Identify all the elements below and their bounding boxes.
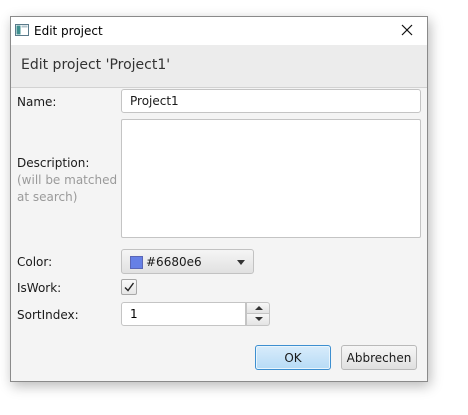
window-app-icon (15, 24, 29, 36)
description-label-group: Description: (will be matched at search) (17, 155, 117, 206)
color-picker[interactable]: #6680e6 (121, 249, 254, 274)
spin-up-button[interactable] (246, 302, 270, 314)
iswork-checkbox[interactable] (121, 279, 137, 295)
description-label: Description: (17, 156, 90, 170)
color-swatch (130, 256, 143, 269)
sortindex-label: SortIndex: (17, 308, 79, 322)
spin-down-button[interactable] (246, 314, 270, 326)
edit-project-dialog: Edit project Edit project 'Project1' Nam… (10, 16, 428, 382)
name-label: Name: (17, 95, 57, 109)
chevron-down-icon (237, 260, 245, 265)
color-value: #6680e6 (146, 255, 202, 269)
title-bar[interactable]: Edit project (11, 17, 427, 45)
description-hint-line1: (will be matched (17, 173, 118, 187)
dialog-header: Edit project 'Project1' (11, 45, 427, 88)
sortindex-field[interactable] (121, 302, 246, 326)
cancel-button[interactable]: Abbrechen (341, 345, 417, 370)
ok-button[interactable]: OK (255, 345, 331, 370)
iswork-label: IsWork: (17, 281, 62, 295)
name-field[interactable] (121, 89, 421, 113)
spin-down-icon (255, 317, 263, 321)
header-text: Edit project 'Project1' (21, 57, 171, 73)
window-title: Edit project (34, 24, 103, 38)
color-label: Color: (17, 255, 53, 269)
close-icon[interactable] (397, 20, 417, 40)
checkmark-icon (124, 282, 135, 292)
description-textarea[interactable] (121, 119, 421, 238)
description-hint-line2: at search) (17, 190, 78, 204)
spin-up-icon (255, 306, 263, 310)
